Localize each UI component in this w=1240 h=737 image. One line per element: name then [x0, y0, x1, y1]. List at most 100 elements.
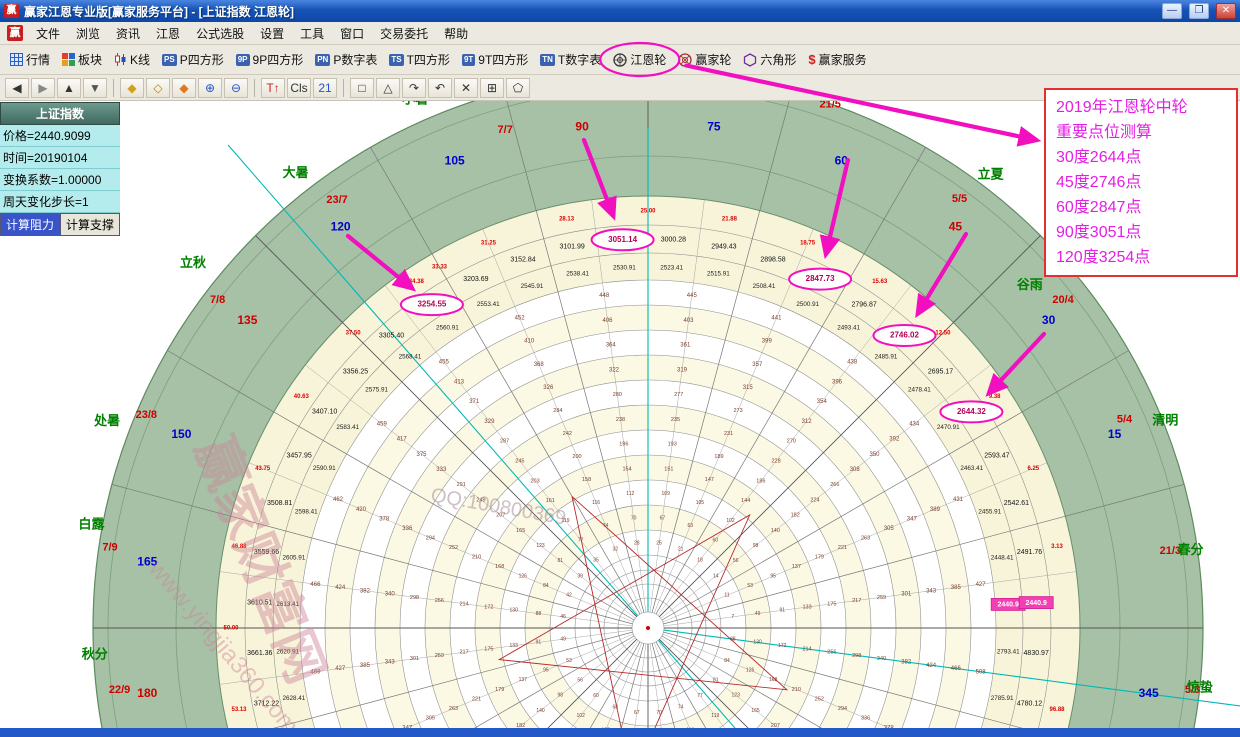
menu-item-6[interactable]: 工具 [292, 22, 332, 45]
svg-text:144: 144 [741, 498, 750, 504]
triangle-tool-button[interactable]: △ [376, 78, 400, 98]
svg-text:259: 259 [435, 653, 444, 659]
svg-text:谷雨: 谷雨 [1017, 277, 1043, 292]
window-title: 赢家江恩专业版[赢家服务平台] - [上证指数 江恩轮] [24, 3, 1155, 20]
clear-button-button[interactable]: Cls [287, 78, 311, 98]
toolbar-item-label: 板块 [78, 51, 102, 68]
svg-text:217: 217 [852, 598, 861, 604]
svg-text:25.00: 25.00 [640, 209, 656, 215]
svg-text:256: 256 [435, 598, 444, 604]
delete-tool-button[interactable]: ✕ [454, 78, 478, 98]
toolbar-separator [343, 79, 344, 97]
taskbar[interactable] [0, 728, 1240, 737]
svg-text:168: 168 [495, 564, 504, 570]
menu-item-5[interactable]: 设置 [252, 22, 292, 45]
polygon-tool-button[interactable]: ⬠ [506, 78, 530, 98]
menu-item-0[interactable]: 文件 [28, 22, 68, 45]
calc-support-button[interactable]: 计算支撑 [60, 213, 120, 236]
svg-text:18: 18 [697, 558, 703, 564]
svg-text:298: 298 [410, 595, 419, 601]
maximize-button[interactable]: ❐ [1189, 3, 1209, 19]
toolbar-item-p-square[interactable]: PSP四方形 [156, 47, 230, 72]
svg-text:277: 277 [674, 392, 683, 398]
text-tool-button[interactable]: T↑ [261, 78, 285, 98]
info-row-0: 价格=2440.9099 [0, 125, 120, 147]
zoom-out-button[interactable]: ⊖ [224, 78, 248, 98]
menu-item-3[interactable]: 江恩 [148, 22, 188, 45]
select-tool-button[interactable]: ⊞ [480, 78, 504, 98]
toolbar-item-hexagon[interactable]: 六角形 [737, 47, 802, 72]
svg-text:221: 221 [472, 696, 481, 702]
toolbar-item-9p-square[interactable]: 9P9P四方形 [230, 47, 309, 72]
rect-tool-button[interactable]: □ [350, 78, 374, 98]
svg-text:大暑: 大暑 [283, 165, 309, 180]
toolbar-item-winner-service[interactable]: $赢家服务 [802, 47, 872, 72]
svg-text:301: 301 [901, 592, 912, 598]
svg-text:2463.41: 2463.41 [960, 465, 983, 472]
svg-text:88: 88 [730, 637, 736, 643]
sectors-icon [62, 53, 75, 66]
svg-text:343: 343 [926, 588, 937, 594]
menu-item-2[interactable]: 资讯 [108, 22, 148, 45]
toolbar-item-label: 赢家轮 [695, 51, 731, 68]
svg-text:273: 273 [734, 408, 743, 414]
calc-resistance-button[interactable]: 计算阻力 [0, 213, 60, 236]
svg-text:150: 150 [171, 427, 191, 441]
p-square-icon: PS [162, 54, 177, 66]
diamond-gold-button[interactable]: ◆ [120, 78, 144, 98]
svg-text:84: 84 [543, 583, 549, 589]
svg-text:280: 280 [613, 392, 622, 398]
toolbar-item-winner-wheel[interactable]: 赢家轮 [672, 47, 737, 72]
toolbar-item-gann-wheel[interactable]: 江恩轮 [607, 47, 672, 72]
menu-item-9[interactable]: 帮助 [436, 22, 476, 45]
svg-text:466: 466 [951, 666, 962, 672]
svg-text:322: 322 [609, 367, 620, 373]
menu-bar: 赢 文件浏览资讯江恩公式选股设置工具窗口交易委托帮助 [0, 22, 1240, 45]
svg-text:217: 217 [460, 650, 469, 656]
toolbar-item-p-table[interactable]: PNP数字表 [309, 47, 383, 72]
svg-text:175: 175 [484, 646, 493, 652]
svg-text:2590.91: 2590.91 [313, 465, 336, 472]
svg-text:382: 382 [901, 660, 912, 666]
svg-text:151: 151 [664, 466, 673, 472]
toolbar-item-9t-square[interactable]: 9T9T四方形 [456, 47, 534, 72]
minimize-button[interactable]: — [1162, 3, 1182, 19]
diamond-outline-button[interactable]: ◇ [146, 78, 170, 98]
svg-text:116: 116 [686, 727, 694, 728]
svg-text:427: 427 [335, 666, 346, 672]
menu-item-8[interactable]: 交易委托 [372, 22, 436, 45]
toolbar-item-quotes[interactable]: 行情 [4, 47, 56, 72]
svg-text:37.50: 37.50 [346, 331, 362, 337]
toolbar-item-t-table[interactable]: TNT数字表 [534, 47, 607, 72]
hexagon-icon [743, 53, 757, 67]
toolbar-separator [113, 79, 114, 97]
menu-item-4[interactable]: 公式选股 [188, 22, 252, 45]
svg-text:105: 105 [445, 154, 465, 168]
arc-cw-tool-button[interactable]: ↷ [402, 78, 426, 98]
svg-text:186: 186 [756, 478, 765, 484]
zoom-in-button[interactable]: ⊕ [198, 78, 222, 98]
toolbar-item-sectors[interactable]: 板块 [56, 47, 108, 72]
svg-text:291: 291 [457, 482, 466, 488]
nav-back-button[interactable]: ◀ [5, 78, 29, 98]
svg-text:140: 140 [771, 528, 780, 534]
nav-up-button[interactable]: ▲ [57, 78, 81, 98]
menu-item-1[interactable]: 浏览 [68, 22, 108, 45]
calendar-button-button[interactable]: 21 [313, 78, 337, 98]
filter-button[interactable]: ▼ [83, 78, 107, 98]
toolbar-item-t-square[interactable]: TST四方形 [383, 47, 456, 72]
svg-text:126: 126 [746, 668, 755, 674]
svg-text:179: 179 [815, 554, 824, 560]
svg-text:秋分: 秋分 [82, 647, 108, 662]
menu-item-7[interactable]: 窗口 [332, 22, 372, 45]
svg-text:123: 123 [732, 693, 741, 699]
toolbar-item-kline[interactable]: K线 [108, 47, 156, 72]
svg-text:3407.10: 3407.10 [312, 409, 337, 416]
close-button[interactable]: ✕ [1216, 3, 1236, 19]
diamond-orange-button[interactable]: ◆ [172, 78, 196, 98]
nav-forward-button[interactable]: ▶ [31, 78, 55, 98]
arc-ccw-tool-button[interactable]: ↶ [428, 78, 452, 98]
svg-text:326: 326 [543, 385, 554, 391]
svg-text:165: 165 [751, 708, 760, 714]
svg-text:46: 46 [560, 614, 566, 620]
